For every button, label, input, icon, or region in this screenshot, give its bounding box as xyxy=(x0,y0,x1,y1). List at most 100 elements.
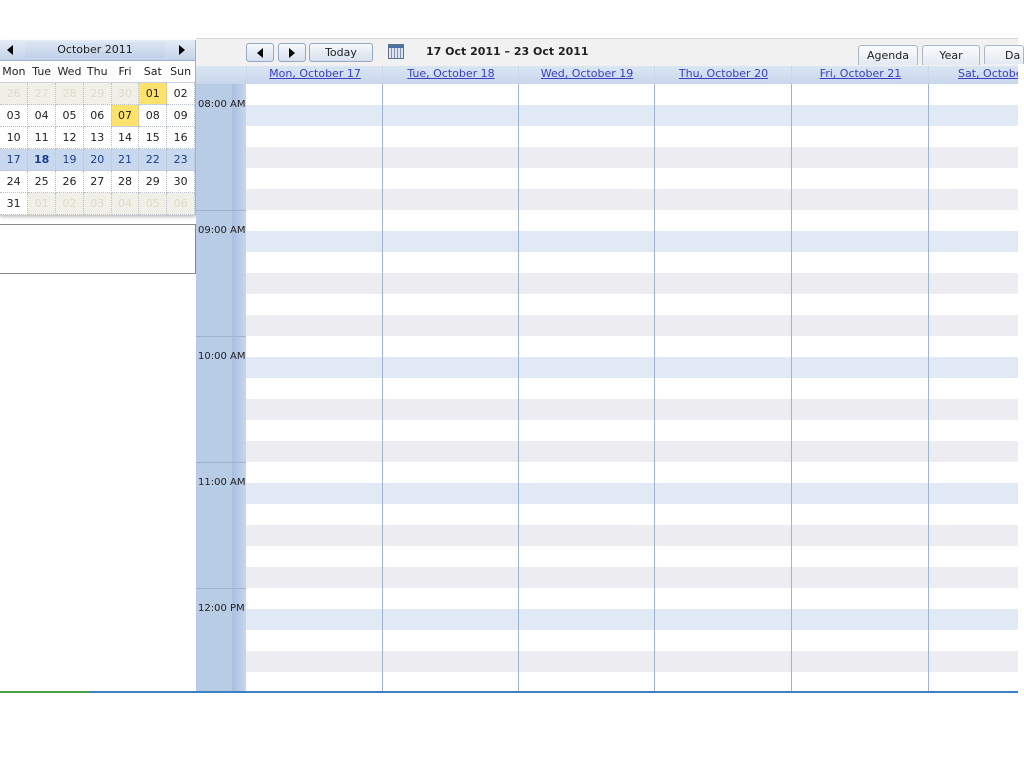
hour-label-9am: 09:00 AM xyxy=(198,225,246,236)
triangle-left-icon xyxy=(7,45,13,55)
mini-day-cell[interactable]: 09 xyxy=(166,104,195,127)
hour-label-8am: 08:00 AM xyxy=(198,99,246,110)
hour-divider xyxy=(196,336,246,337)
mini-day-cell[interactable]: 18 xyxy=(27,148,57,171)
date-range-title: 17 Oct 2011 – 23 Oct 2011 xyxy=(426,45,589,58)
mini-day-cell[interactable]: 15 xyxy=(138,126,168,149)
mini-day-cell[interactable]: 23 xyxy=(166,148,195,171)
tab-year[interactable]: Year xyxy=(922,45,980,65)
mini-calendar: October 2011 Mon Tue Wed Thu Fri Sat Sun 26 27 2… xyxy=(0,40,196,215)
mini-day-cell[interactable]: 26 xyxy=(55,170,84,193)
mini-calendar-month-title[interactable]: October 2011 xyxy=(25,42,165,58)
day-column-divider xyxy=(928,84,929,692)
mini-weekday-label: Wed xyxy=(55,60,84,83)
mini-week-row: 24 25 26 27 28 29 30 xyxy=(0,170,195,193)
mini-day-cell[interactable]: 16 xyxy=(166,126,195,149)
bottom-border xyxy=(0,691,1018,693)
mini-next-month-button[interactable] xyxy=(172,41,192,59)
mini-weekday-label: Sun xyxy=(166,60,195,83)
mini-week-row: 17 18 19 20 21 22 23 xyxy=(0,148,195,171)
mini-day-cell[interactable]: 02 xyxy=(166,82,195,105)
mini-day-cell[interactable]: 01 xyxy=(27,192,57,215)
mini-day-cell[interactable]: 04 xyxy=(27,104,57,127)
week-time-grid[interactable] xyxy=(246,84,1018,692)
mini-day-cell[interactable]: 10 xyxy=(0,126,29,149)
mini-day-cell[interactable]: 27 xyxy=(83,170,112,193)
triangle-right-icon xyxy=(289,47,295,58)
mini-day-cell[interactable]: 28 xyxy=(55,82,84,105)
mini-day-cell[interactable]: 06 xyxy=(83,104,112,127)
mini-calendar-grid: Mon Tue Wed Thu Fri Sat Sun 26 27 28 29 30 01 02 03 04… xyxy=(0,60,195,215)
day-column-divider xyxy=(654,84,655,692)
scheduler-toolbar: Today 17 Oct 2011 – 23 Oct 2011 Agenda Y… xyxy=(196,38,1024,66)
day-header-sat[interactable]: Sat, October xyxy=(928,66,1018,84)
mini-day-cell[interactable]: 11 xyxy=(27,126,57,149)
mini-calendar-header: October 2011 xyxy=(0,40,195,61)
triangle-left-icon xyxy=(257,47,263,58)
mini-day-cell[interactable]: 05 xyxy=(138,192,168,215)
mini-weekday-label: Tue xyxy=(27,60,56,83)
tab-day[interactable]: Da xyxy=(984,45,1024,64)
mini-day-cell[interactable]: 12 xyxy=(55,126,84,149)
mini-weekday-row: Mon Tue Wed Thu Fri Sat Sun xyxy=(0,60,195,83)
mini-week-row: 03 04 05 06 07 08 09 xyxy=(0,104,195,127)
mini-weekday-label: Thu xyxy=(83,60,112,83)
mini-day-cell[interactable]: 07 xyxy=(111,104,140,127)
mini-day-cell[interactable]: 27 xyxy=(27,82,57,105)
hour-label-12pm: 12:00 PM xyxy=(198,603,245,614)
triangle-right-icon xyxy=(179,45,185,55)
tab-agenda[interactable]: Agenda xyxy=(858,45,918,65)
time-gutter: 08:00 AM 09:00 AM 10:00 AM 11:00 AM 12:0… xyxy=(196,84,246,692)
mini-day-cell[interactable]: 03 xyxy=(83,192,112,215)
mini-day-cell[interactable]: 30 xyxy=(166,170,195,193)
mini-day-cell[interactable]: 02 xyxy=(55,192,84,215)
mini-day-cell[interactable]: 13 xyxy=(83,126,112,149)
bottom-border-accent xyxy=(0,691,90,693)
hour-divider xyxy=(196,210,246,211)
day-header-wed[interactable]: Wed, October 19 xyxy=(518,66,655,84)
mini-weekday-label: Fri xyxy=(111,60,139,83)
mini-day-cell[interactable]: 26 xyxy=(0,82,29,105)
mini-week-row: 26 27 28 29 30 01 02 xyxy=(0,82,195,105)
mini-week-row: 10 11 12 13 14 15 16 xyxy=(0,126,195,149)
next-week-button[interactable] xyxy=(278,43,306,62)
mini-day-cell[interactable]: 06 xyxy=(166,192,195,215)
mini-day-cell[interactable]: 19 xyxy=(55,148,84,171)
mini-day-cell[interactable]: 29 xyxy=(138,170,168,193)
day-header-fri[interactable]: Fri, October 21 xyxy=(791,66,929,84)
mini-day-cell[interactable]: 05 xyxy=(55,104,84,127)
mini-day-cell[interactable]: 28 xyxy=(111,170,140,193)
mini-day-cell[interactable]: 24 xyxy=(0,170,29,193)
day-header-thu[interactable]: Thu, October 20 xyxy=(654,66,792,84)
day-column-divider xyxy=(518,84,519,692)
mini-day-cell[interactable]: 20 xyxy=(83,148,112,171)
day-header-tue[interactable]: Tue, October 18 xyxy=(382,66,519,84)
mini-day-cell[interactable]: 22 xyxy=(138,148,168,171)
day-header-mon[interactable]: Mon, October 17 xyxy=(246,66,383,84)
day-column-divider xyxy=(791,84,792,692)
calendar-icon[interactable] xyxy=(388,44,404,59)
mini-day-cell[interactable]: 08 xyxy=(138,104,168,127)
mini-day-cell[interactable]: 04 xyxy=(111,192,140,215)
mini-week-row: 31 01 02 03 04 05 06 xyxy=(0,192,195,215)
today-button-label: Today xyxy=(325,46,357,59)
mini-day-cell[interactable]: 17 xyxy=(0,148,29,171)
mini-day-cell[interactable]: 29 xyxy=(83,82,112,105)
mini-day-cell[interactable]: 03 xyxy=(0,104,29,127)
day-column-divider xyxy=(382,84,383,692)
prev-week-button[interactable] xyxy=(246,43,274,62)
mini-day-cell[interactable]: 01 xyxy=(138,82,168,105)
mini-day-cell[interactable]: 30 xyxy=(111,82,140,105)
mini-day-cell[interactable]: 14 xyxy=(111,126,140,149)
mini-day-cell[interactable]: 21 xyxy=(111,148,140,171)
day-header-row: Mon, October 17 Tue, October 18 Wed, Oct… xyxy=(196,66,1018,85)
tab-agenda-label: Agenda xyxy=(867,49,909,62)
mini-weekday-label: Mon xyxy=(0,60,28,83)
today-button[interactable]: Today xyxy=(309,43,373,62)
hour-divider xyxy=(196,462,246,463)
mini-day-cell[interactable]: 31 xyxy=(0,192,29,215)
mini-day-cell[interactable]: 25 xyxy=(27,170,57,193)
mini-weekday-label: Sat xyxy=(138,60,167,83)
tab-day-label: Da xyxy=(1005,48,1021,62)
mini-prev-month-button[interactable] xyxy=(0,41,20,59)
